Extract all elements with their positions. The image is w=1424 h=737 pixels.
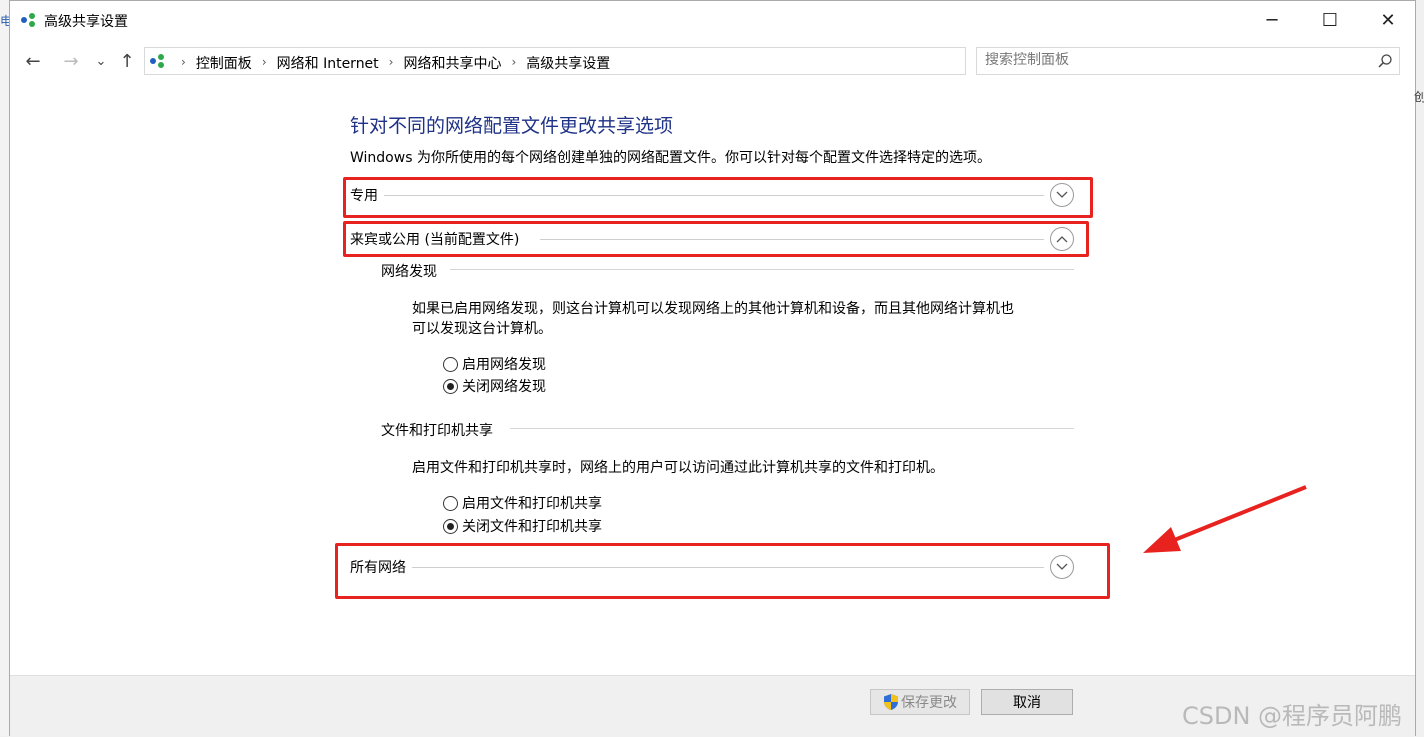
radio-button[interactable] bbox=[443, 356, 458, 372]
breadcrumb-separator: › bbox=[181, 55, 186, 69]
page-title: 针对不同的网络配置文件更改共享选项 bbox=[350, 115, 674, 137]
advanced-sharing-window: 高级共享设置 ─ ☐ ✕ ← → ⌄ ↑ › 控制面板 › 网络和 Intern… bbox=[9, 0, 1416, 737]
radio-enable-file-printer-sharing[interactable]: 启用文件和打印机共享 bbox=[443, 493, 602, 513]
annotation-arrow-icon bbox=[1143, 485, 1307, 553]
network-app-icon bbox=[21, 13, 35, 27]
main-content: 针对不同的网络配置文件更改共享选项 Windows 为你所使用的每个网络创建单独… bbox=[10, 83, 1415, 675]
file-printer-sharing-heading: 文件和打印机共享 bbox=[381, 420, 501, 440]
breadcrumb-network-internet[interactable]: 网络和 Internet bbox=[273, 53, 383, 73]
cancel-button[interactable]: 取消 bbox=[981, 689, 1073, 715]
radio-label[interactable]: 启用网络发现 bbox=[462, 354, 546, 374]
uac-shield-icon bbox=[884, 694, 898, 710]
network-discovery-heading: 网络发现 bbox=[381, 261, 445, 281]
close-button[interactable]: ✕ bbox=[1359, 1, 1417, 39]
maximize-button[interactable]: ☐ bbox=[1301, 1, 1359, 39]
radio-disable-network-discovery[interactable]: 关闭网络发现 bbox=[443, 376, 546, 396]
watermark: CSDN @程序员阿鹏 bbox=[1182, 702, 1403, 730]
radio-button[interactable] bbox=[443, 495, 458, 511]
section-private-label: 专用 bbox=[350, 185, 384, 205]
search-box bbox=[976, 47, 1400, 75]
breadcrumb-separator[interactable]: › bbox=[256, 53, 273, 73]
save-changes-label[interactable]: 保存更改 bbox=[901, 692, 957, 712]
subsection-divider bbox=[510, 428, 1074, 429]
annotation-box-all-networks bbox=[335, 543, 1110, 599]
search-input[interactable] bbox=[985, 52, 1365, 68]
search-icon[interactable] bbox=[1377, 53, 1393, 69]
up-button[interactable]: ↑ bbox=[116, 49, 138, 73]
address-row: ← → ⌄ ↑ › 控制面板 › 网络和 Internet › 网络和共享中心 … bbox=[10, 39, 1415, 83]
annotation-box-private bbox=[343, 177, 1093, 218]
breadcrumb-control-panel[interactable]: 控制面板 bbox=[192, 53, 256, 73]
radio-enable-network-discovery[interactable]: 启用网络发现 bbox=[443, 354, 546, 374]
window-title: 高级共享设置 bbox=[44, 14, 128, 30]
radio-disable-file-printer-sharing[interactable]: 关闭文件和打印机共享 bbox=[443, 516, 602, 536]
breadcrumb-network-sharing-center[interactable]: 网络和共享中心 bbox=[399, 53, 505, 73]
radio-label[interactable]: 启用文件和打印机共享 bbox=[462, 493, 602, 513]
forward-button[interactable]: → bbox=[58, 49, 84, 73]
breadcrumb: › 控制面板 › 网络和 Internet › 网络和共享中心 › 高级共享设置 bbox=[175, 53, 614, 73]
page-description: Windows 为你所使用的每个网络创建单独的网络配置文件。你可以针对每个配置文… bbox=[350, 150, 991, 166]
network-location-icon bbox=[150, 54, 164, 68]
subsection-divider bbox=[450, 269, 1074, 270]
network-discovery-text-line2: 可以发现这台计算机。 bbox=[412, 321, 552, 337]
breadcrumb-separator[interactable]: › bbox=[505, 53, 522, 73]
section-all-networks-label: 所有网络 bbox=[350, 557, 412, 577]
radio-button-selected[interactable] bbox=[443, 378, 458, 394]
recent-locations-button[interactable]: ⌄ bbox=[92, 49, 110, 73]
save-changes-button[interactable]: 保存更改 bbox=[870, 689, 970, 715]
radio-button-selected[interactable] bbox=[443, 518, 458, 534]
radio-label[interactable]: 关闭文件和打印机共享 bbox=[462, 516, 602, 536]
file-printer-sharing-text: 启用文件和打印机共享时，网络上的用户可以访问通过此计算机共享的文件和打印机。 bbox=[412, 460, 944, 476]
background-right-fragment: 创 bbox=[1414, 90, 1424, 104]
network-discovery-text-line1: 如果已启用网络发现，则这台计算机可以发现网络上的其他计算机和设备，而且其他网络计… bbox=[412, 301, 1014, 317]
breadcrumb-advanced-sharing[interactable]: 高级共享设置 bbox=[522, 53, 614, 73]
address-bar[interactable]: › 控制面板 › 网络和 Internet › 网络和共享中心 › 高级共享设置… bbox=[144, 47, 1095, 75]
section-guest-public-label: 来宾或公用 (当前配置文件) bbox=[350, 229, 526, 249]
breadcrumb-separator[interactable]: › bbox=[383, 53, 400, 73]
title-bar: 高级共享设置 ─ ☐ ✕ bbox=[10, 1, 1415, 39]
radio-label[interactable]: 关闭网络发现 bbox=[462, 376, 546, 396]
minimize-button[interactable]: ─ bbox=[1243, 1, 1301, 39]
back-button[interactable]: ← bbox=[20, 49, 46, 73]
